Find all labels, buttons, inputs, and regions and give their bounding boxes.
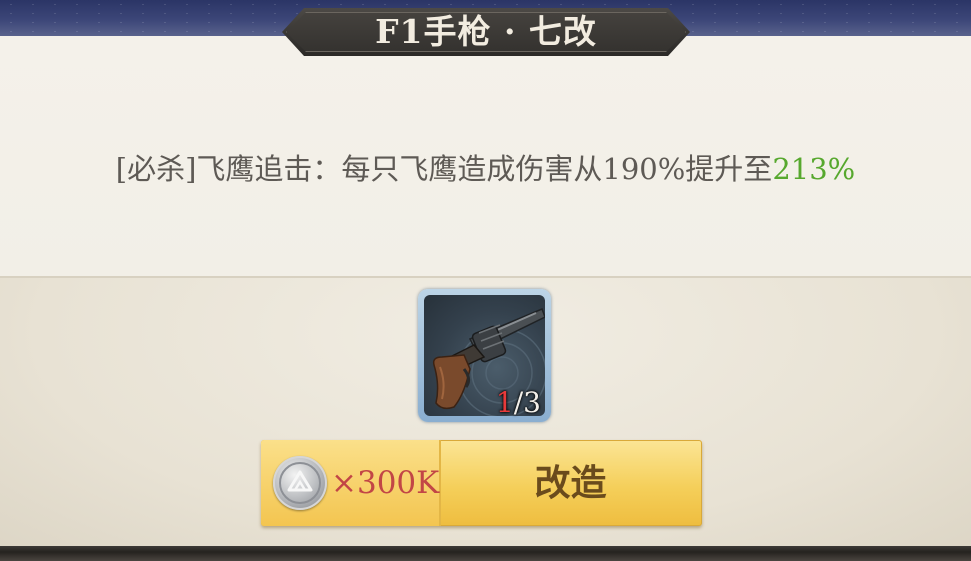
bottom-frame xyxy=(0,546,971,561)
material-item-card[interactable]: 1/3 xyxy=(418,289,551,422)
upgrade-button-label: 改造 xyxy=(534,462,607,504)
upgrade-cost: ×300K xyxy=(261,440,441,526)
description-text: [必杀]飞鹰追击：每只飞鹰造成伤害从190%提升至 xyxy=(115,152,773,186)
material-required-count: /3 xyxy=(513,386,541,419)
silver-coin-icon xyxy=(273,456,327,510)
upgrade-button[interactable]: ×300K 改造 xyxy=(261,440,702,526)
upgrade-description: [必杀]飞鹰追击：每只飞鹰造成伤害从190%提升至213% xyxy=(0,146,971,188)
upgrade-value: 213% xyxy=(772,152,856,186)
material-count: 1/3 xyxy=(496,386,541,419)
cost-amount: ×300K xyxy=(331,465,440,501)
page-title: F1手枪 · 七改 xyxy=(375,12,597,51)
material-owned-count: 1 xyxy=(495,386,514,419)
